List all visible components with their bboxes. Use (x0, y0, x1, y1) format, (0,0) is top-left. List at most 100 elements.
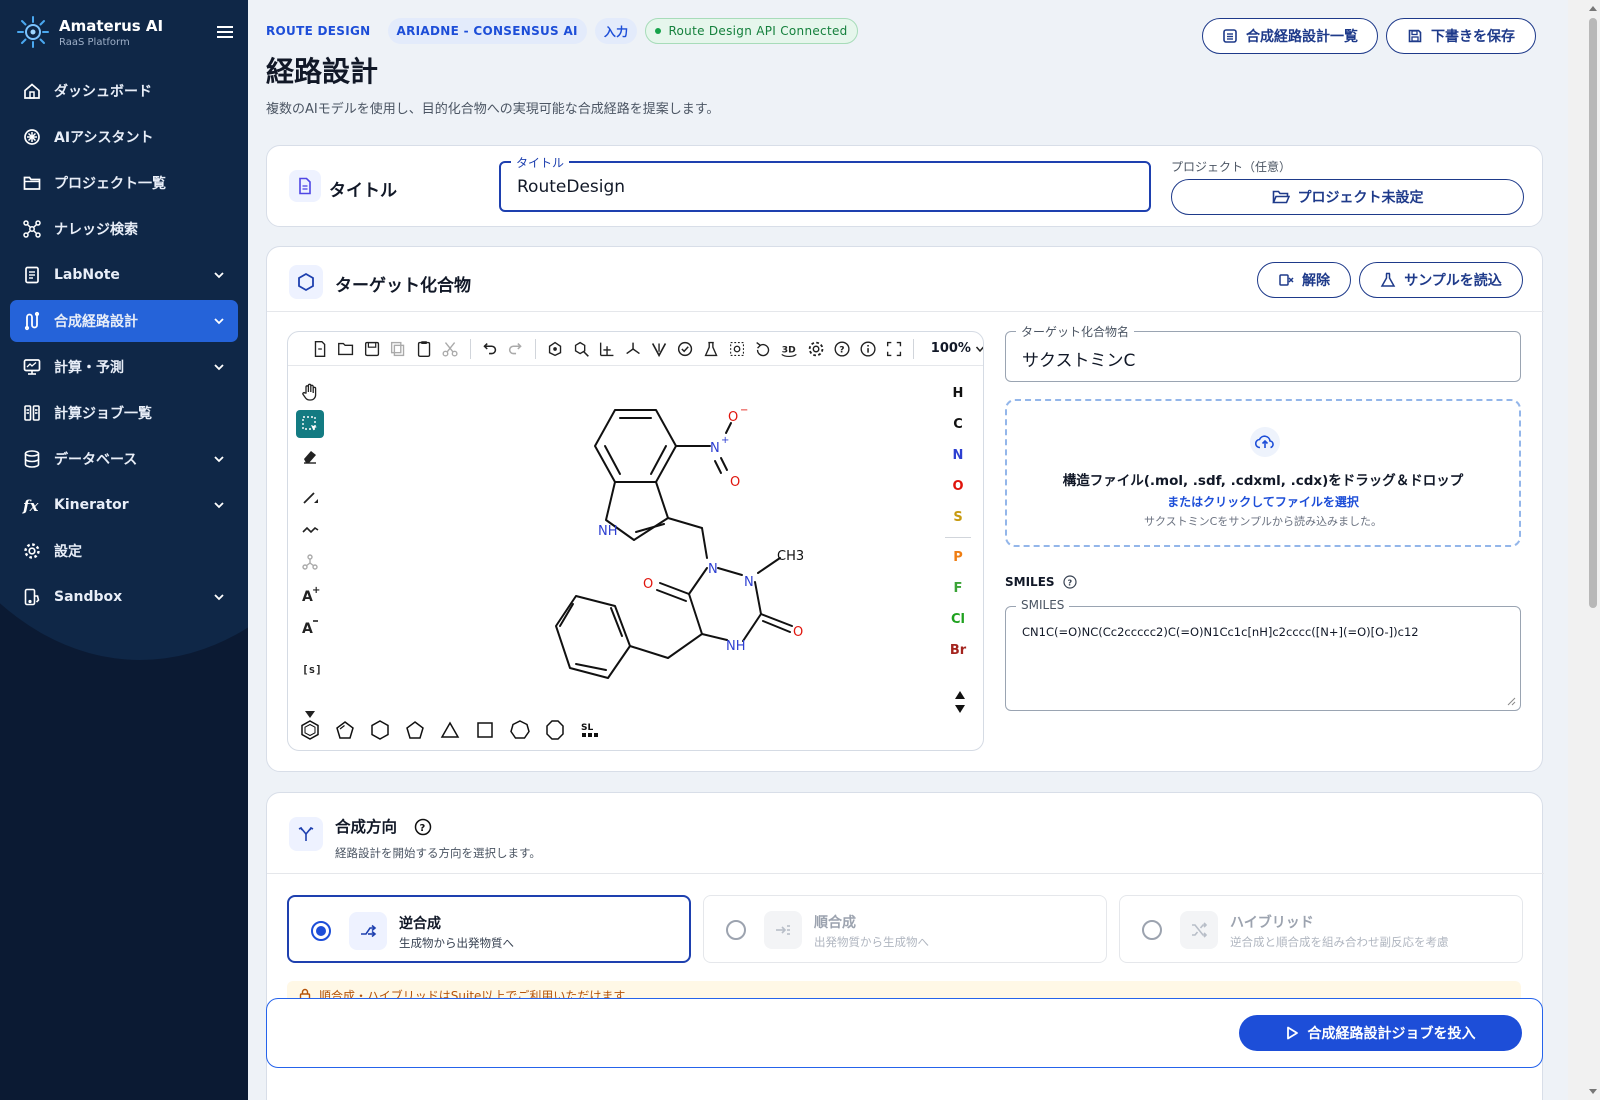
sidebar-item-6[interactable]: 計算・予測 (10, 346, 238, 388)
atom-button[interactable]: P (953, 542, 963, 573)
charge-minus-tool[interactable]: A (296, 612, 324, 640)
option-forward-synthesis[interactable]: 順合成 出発物質から生成物へ (703, 895, 1107, 963)
route-list-button[interactable]: 合成経路設計一覧 (1202, 18, 1378, 54)
forward-radio[interactable] (726, 920, 746, 940)
sidebar-item-3[interactable]: ナレッジ検索 (10, 208, 238, 250)
atom-scroll[interactable] (953, 688, 967, 716)
sidebar-item-5[interactable]: 合成経路設計 (10, 300, 238, 342)
chevron-down-icon[interactable] (212, 360, 226, 374)
template-tool[interactable] (296, 548, 324, 576)
direction-help-icon[interactable]: ? (414, 818, 432, 836)
chevron-down-icon[interactable] (212, 268, 226, 282)
chevron-down-icon[interactable] (212, 590, 226, 604)
cycloheptane-template-icon[interactable] (508, 718, 532, 742)
smiles-help-icon[interactable]: ? (1062, 575, 1077, 589)
scroll-up-icon[interactable] (1588, 4, 1598, 14)
direction-card-heading: 合成方向 (335, 818, 398, 836)
sidebar-item-2[interactable]: プロジェクト一覧 (10, 162, 238, 204)
hybrid-radio[interactable] (1142, 920, 1162, 940)
eraser-tool[interactable] (296, 442, 324, 470)
dropzone-select-link[interactable]: またはクリックしてファイルを選択 (1007, 493, 1519, 510)
brand[interactable]: Amaterus AI RaaS Platform (16, 12, 236, 52)
structure-editor[interactable]: 3D ? 100% A + A [s] O − N + O NH N N CH3… (287, 331, 984, 751)
flask-tool-icon[interactable] (701, 338, 721, 360)
help-icon[interactable]: ? (832, 338, 852, 360)
project-select-button[interactable]: プロジェクト未設定 (1171, 179, 1524, 215)
sidebar-item-4[interactable]: LabNote (10, 254, 238, 296)
scrollbar-thumb[interactable] (1589, 18, 1597, 608)
clean-icon[interactable] (571, 338, 591, 360)
cyclohexane-template-icon[interactable] (368, 718, 392, 742)
chain-tool[interactable] (296, 516, 324, 544)
3d-view-icon[interactable]: 3D (779, 338, 799, 360)
cyclopropane-template-icon[interactable] (438, 718, 462, 742)
charge-plus-tool[interactable]: A + (296, 580, 324, 608)
page-scrollbar[interactable] (1568, 0, 1600, 1100)
atom-button[interactable]: H (953, 378, 964, 409)
select-tool[interactable] (296, 410, 324, 438)
file-dropzone[interactable]: 構造ファイル(.mol, .sdf, .cdxml, .cdx)をドラッグ＆ドロ… (1005, 399, 1521, 547)
rotate-icon[interactable] (753, 338, 773, 360)
smiles-textarea[interactable]: SMILES CN1C(=O)NC(Cc2ccccc2)C(=O)N1Cc1c[… (1005, 598, 1521, 711)
sgroup-tool[interactable]: [s] (296, 654, 324, 682)
copy-icon[interactable] (388, 338, 408, 360)
hand-tool[interactable] (296, 378, 324, 406)
compound-name-input[interactable]: ターゲット化合物名 サクストミンC (1005, 323, 1521, 382)
cyclooctane-template-icon[interactable] (543, 718, 567, 742)
chevron-down-icon[interactable] (212, 314, 226, 328)
hamburger-menu-icon[interactable] (214, 21, 236, 43)
atom-button[interactable]: Cl (951, 604, 965, 635)
sidebar-item-1[interactable]: AIアシスタント (10, 116, 238, 158)
chevron-down-icon[interactable] (212, 452, 226, 466)
submit-job-button[interactable]: 合成経路設計ジョブを投入 (1239, 1015, 1522, 1051)
resize-handle-icon[interactable] (1506, 696, 1516, 706)
sidebar-item-9[interactable]: fx Kinerator (10, 484, 238, 526)
atom-button[interactable]: F (954, 573, 963, 604)
stereo-icon[interactable] (649, 338, 669, 360)
sidebar-item-11[interactable]: Sandbox (10, 576, 238, 618)
save-draft-button[interactable]: 下書きを保存 (1386, 18, 1536, 54)
molecule-canvas[interactable]: O − N + O NH N N CH3 O O NH (330, 368, 940, 713)
atom-button[interactable]: O (952, 471, 963, 502)
atom-button[interactable]: N (953, 440, 964, 471)
settings-icon[interactable] (806, 338, 826, 360)
bond-icon (303, 492, 318, 504)
load-sample-button[interactable]: サンプルを読込 (1359, 262, 1523, 298)
sidebar-item-0[interactable]: ダッシュボード (10, 70, 238, 112)
redo-icon[interactable] (506, 338, 526, 360)
cut-icon[interactable] (440, 338, 460, 360)
info-icon[interactable] (858, 338, 878, 360)
arrange-icon[interactable] (597, 338, 617, 360)
cyclopentane-template-icon[interactable] (403, 718, 427, 742)
open-folder-icon[interactable] (336, 338, 356, 360)
sidebar-item-8[interactable]: データベース (10, 438, 238, 480)
undo-icon[interactable] (479, 338, 499, 360)
atom-button[interactable]: C (953, 409, 963, 440)
save-file-icon[interactable] (362, 338, 382, 360)
benzene-template-icon[interactable] (298, 718, 322, 742)
paste-icon[interactable] (414, 338, 434, 360)
title-input[interactable]: タイトル RouteDesign (499, 154, 1151, 212)
zoom-select[interactable]: 100% (931, 341, 983, 356)
aromatize-icon[interactable] (727, 338, 747, 360)
sidebar-item-7[interactable]: 計算ジョブ一覧 (10, 392, 238, 434)
atom-button[interactable]: S (953, 502, 962, 533)
new-file-icon[interactable] (310, 338, 330, 360)
clear-button[interactable]: 解除 (1257, 262, 1351, 298)
atom-button[interactable]: Br (950, 635, 966, 666)
fullscreen-icon[interactable] (884, 338, 904, 360)
bond-tool[interactable] (296, 484, 324, 512)
charge-plus-label: + (721, 435, 729, 446)
chevron-down-icon[interactable] (212, 498, 226, 512)
sidebar-item-10[interactable]: 設定 (10, 530, 238, 572)
check-icon[interactable] (675, 338, 695, 360)
retrosynthesis-radio[interactable] (311, 921, 331, 941)
scroll-down-icon[interactable] (1588, 1086, 1598, 1096)
option-hybrid[interactable]: ハイブリッド 逆合成と順合成を組み合わせ副反応を考慮 (1119, 895, 1523, 963)
layout-icon[interactable] (545, 338, 565, 360)
option-retrosynthesis[interactable]: 逆合成 生成物から出発物質へ (287, 895, 691, 963)
branch-icon[interactable] (623, 338, 643, 360)
structure-library-icon[interactable]: SL (578, 718, 602, 742)
cyclopentadiene-template-icon[interactable] (333, 718, 357, 742)
cyclobutane-template-icon[interactable] (473, 718, 497, 742)
